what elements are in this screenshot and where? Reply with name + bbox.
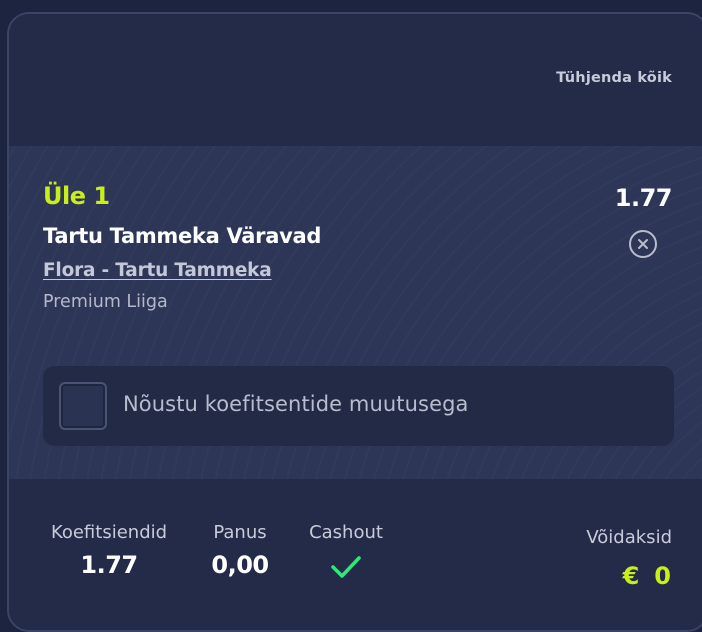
total-odds-value: 1.77 [80,551,138,579]
betslip-panel: Tühjenda kõik Üle 1 1.77 Tartu Tammeka V… [7,12,702,632]
accept-odds-label: Nõustu koefitsentide muutusega [123,392,469,416]
remove-bet-button[interactable] [629,230,657,258]
bet-selection: Üle 1 [43,182,110,210]
currency-symbol: € [622,562,641,590]
potential-win-value: €0 [586,562,672,590]
accept-odds-checkbox[interactable] [59,382,107,430]
stake-value: 0,00 [211,551,269,579]
cashout-label: Cashout [309,522,383,543]
league-name: Premium Liiga [43,292,168,312]
stake-label: Panus [213,522,267,543]
potential-win: Võidaksid €0 [586,527,672,590]
check-icon [331,556,361,578]
total-odds-label: Koefitsiendid [50,522,168,543]
event-link[interactable]: Flora - Tartu Tammeka [43,260,272,281]
betslip-summary: Koefitsiendid 1.77 Panus 0,00 Cashout Võ… [9,479,702,630]
betslip-header: Tühjenda kõik [9,14,702,146]
bet-odds: 1.77 [614,184,673,212]
total-odds: Koefitsiendid 1.77 [43,522,175,579]
accept-odds-change[interactable]: Nõustu koefitsentide muutusega [43,366,674,446]
bet-item: Üle 1 1.77 Tartu Tammeka Väravad Flora -… [9,146,702,479]
stake: Panus 0,00 [205,522,275,579]
win-amount: 0 [654,562,672,590]
potential-win-label: Võidaksid [586,527,672,548]
cashout: Cashout [301,522,391,581]
bet-market: Tartu Tammeka Väravad [43,224,322,248]
clear-all-button[interactable]: Tühjenda kõik [556,70,672,86]
close-icon [638,239,648,249]
